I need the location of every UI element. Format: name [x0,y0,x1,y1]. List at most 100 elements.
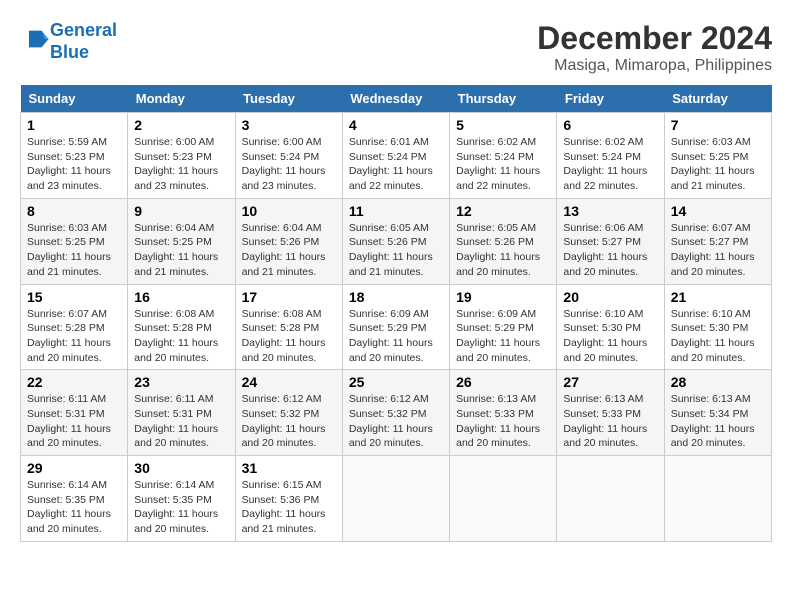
day-number: 21 [671,289,765,305]
calendar-cell: 6 Sunrise: 6:02 AM Sunset: 5:24 PM Daylig… [557,113,664,199]
day-number: 2 [134,117,228,133]
calendar-cell [664,456,771,542]
day-info: Sunrise: 5:59 AM Sunset: 5:23 PM Dayligh… [27,135,121,194]
day-info: Sunrise: 6:00 AM Sunset: 5:23 PM Dayligh… [134,135,228,194]
day-number: 31 [242,460,336,476]
logo: General Blue [20,20,117,63]
day-info: Sunrise: 6:13 AM Sunset: 5:34 PM Dayligh… [671,392,765,451]
day-info: Sunrise: 6:12 AM Sunset: 5:32 PM Dayligh… [349,392,443,451]
day-number: 1 [27,117,121,133]
calendar-cell: 30 Sunrise: 6:14 AM Sunset: 5:35 PM Dayli… [128,456,235,542]
day-info: Sunrise: 6:08 AM Sunset: 5:28 PM Dayligh… [242,307,336,366]
day-info: Sunrise: 6:05 AM Sunset: 5:26 PM Dayligh… [349,221,443,280]
header-tuesday: Tuesday [235,85,342,113]
day-info: Sunrise: 6:12 AM Sunset: 5:32 PM Dayligh… [242,392,336,451]
calendar-cell: 9 Sunrise: 6:04 AM Sunset: 5:25 PM Daylig… [128,198,235,284]
page-header: General Blue December 2024 Masiga, Mimar… [20,20,772,75]
day-number: 27 [563,374,657,390]
header-sunday: Sunday [21,85,128,113]
header-thursday: Thursday [450,85,557,113]
calendar-cell: 28 Sunrise: 6:13 AM Sunset: 5:34 PM Dayli… [664,370,771,456]
calendar-cell: 4Sunrise: 6:01 AM Sunset: 5:24 PM Daylig… [342,113,449,199]
day-info: Sunrise: 6:02 AM Sunset: 5:24 PM Dayligh… [456,135,550,194]
calendar-table: SundayMondayTuesdayWednesdayThursdayFrid… [20,85,772,542]
day-number: 25 [349,374,443,390]
day-number: 12 [456,203,550,219]
calendar-cell: 18 Sunrise: 6:09 AM Sunset: 5:29 PM Dayli… [342,284,449,370]
calendar-cell: 29Sunrise: 6:14 AM Sunset: 5:35 PM Dayli… [21,456,128,542]
day-number: 14 [671,203,765,219]
calendar-cell: 15Sunrise: 6:07 AM Sunset: 5:28 PM Dayli… [21,284,128,370]
calendar-cell: 16Sunrise: 6:08 AM Sunset: 5:28 PM Dayli… [128,284,235,370]
calendar-cell: 8 Sunrise: 6:03 AM Sunset: 5:25 PM Daylig… [21,198,128,284]
calendar-cell: 14Sunrise: 6:07 AM Sunset: 5:27 PM Dayli… [664,198,771,284]
calendar-cell [450,456,557,542]
calendar-cell: 5Sunrise: 6:02 AM Sunset: 5:24 PM Daylig… [450,113,557,199]
week-row-4: 22 Sunrise: 6:11 AM Sunset: 5:31 PM Dayli… [21,370,772,456]
title-block: December 2024 Masiga, Mimaropa, Philippi… [537,20,772,75]
day-number: 17 [242,289,336,305]
calendar-cell: 17 Sunrise: 6:08 AM Sunset: 5:28 PM Dayli… [235,284,342,370]
calendar-cell [557,456,664,542]
day-number: 28 [671,374,765,390]
day-info: Sunrise: 6:03 AM Sunset: 5:25 PM Dayligh… [27,221,121,280]
day-number: 30 [134,460,228,476]
logo-line2: Blue [50,42,89,62]
calendar-cell: 11 Sunrise: 6:05 AM Sunset: 5:26 PM Dayli… [342,198,449,284]
day-info: Sunrise: 6:09 AM Sunset: 5:29 PM Dayligh… [456,307,550,366]
calendar-cell: 12 Sunrise: 6:05 AM Sunset: 5:26 PM Dayli… [450,198,557,284]
calendar-cell: 10 Sunrise: 6:04 AM Sunset: 5:26 PM Dayli… [235,198,342,284]
day-number: 7 [671,117,765,133]
day-number: 8 [27,203,121,219]
day-number: 16 [134,289,228,305]
day-number: 24 [242,374,336,390]
day-number: 13 [563,203,657,219]
day-number: 6 [563,117,657,133]
logo-line1: General [50,20,117,40]
calendar-cell: 1 Sunrise: 5:59 AM Sunset: 5:23 PM Daylig… [21,113,128,199]
day-info: Sunrise: 6:06 AM Sunset: 5:27 PM Dayligh… [563,221,657,280]
week-row-1: 1 Sunrise: 5:59 AM Sunset: 5:23 PM Daylig… [21,113,772,199]
day-info: Sunrise: 6:11 AM Sunset: 5:31 PM Dayligh… [27,392,121,451]
day-info: Sunrise: 6:09 AM Sunset: 5:29 PM Dayligh… [349,307,443,366]
day-number: 22 [27,374,121,390]
day-info: Sunrise: 6:15 AM Sunset: 5:36 PM Dayligh… [242,478,336,537]
calendar-cell: 31 Sunrise: 6:15 AM Sunset: 5:36 PM Dayli… [235,456,342,542]
day-number: 26 [456,374,550,390]
day-info: Sunrise: 6:13 AM Sunset: 5:33 PM Dayligh… [563,392,657,451]
header-saturday: Saturday [664,85,771,113]
day-info: Sunrise: 6:14 AM Sunset: 5:35 PM Dayligh… [27,478,121,537]
calendar-cell: 26Sunrise: 6:13 AM Sunset: 5:33 PM Dayli… [450,370,557,456]
day-number: 10 [242,203,336,219]
header-friday: Friday [557,85,664,113]
day-number: 3 [242,117,336,133]
calendar-cell: 21Sunrise: 6:10 AM Sunset: 5:30 PM Dayli… [664,284,771,370]
day-info: Sunrise: 6:04 AM Sunset: 5:26 PM Dayligh… [242,221,336,280]
day-info: Sunrise: 6:11 AM Sunset: 5:31 PM Dayligh… [134,392,228,451]
month-title: December 2024 [537,20,772,57]
day-number: 11 [349,203,443,219]
day-info: Sunrise: 6:07 AM Sunset: 5:28 PM Dayligh… [27,307,121,366]
day-info: Sunrise: 6:10 AM Sunset: 5:30 PM Dayligh… [563,307,657,366]
calendar-cell: 13 Sunrise: 6:06 AM Sunset: 5:27 PM Dayli… [557,198,664,284]
day-number: 18 [349,289,443,305]
calendar-cell: 25 Sunrise: 6:12 AM Sunset: 5:32 PM Dayli… [342,370,449,456]
day-info: Sunrise: 6:05 AM Sunset: 5:26 PM Dayligh… [456,221,550,280]
day-number: 9 [134,203,228,219]
calendar-cell: 23 Sunrise: 6:11 AM Sunset: 5:31 PM Dayli… [128,370,235,456]
calendar-cell: 7 Sunrise: 6:03 AM Sunset: 5:25 PM Daylig… [664,113,771,199]
day-info: Sunrise: 6:01 AM Sunset: 5:24 PM Dayligh… [349,135,443,194]
day-info: Sunrise: 6:04 AM Sunset: 5:25 PM Dayligh… [134,221,228,280]
calendar-cell: 20 Sunrise: 6:10 AM Sunset: 5:30 PM Dayli… [557,284,664,370]
day-number: 23 [134,374,228,390]
day-info: Sunrise: 6:03 AM Sunset: 5:25 PM Dayligh… [671,135,765,194]
week-row-2: 8 Sunrise: 6:03 AM Sunset: 5:25 PM Daylig… [21,198,772,284]
day-info: Sunrise: 6:14 AM Sunset: 5:35 PM Dayligh… [134,478,228,537]
logo-text: General Blue [50,20,117,63]
day-number: 20 [563,289,657,305]
day-number: 19 [456,289,550,305]
day-info: Sunrise: 6:02 AM Sunset: 5:24 PM Dayligh… [563,135,657,194]
calendar-cell: 22 Sunrise: 6:11 AM Sunset: 5:31 PM Dayli… [21,370,128,456]
header-monday: Monday [128,85,235,113]
calendar-cell: 27 Sunrise: 6:13 AM Sunset: 5:33 PM Dayli… [557,370,664,456]
